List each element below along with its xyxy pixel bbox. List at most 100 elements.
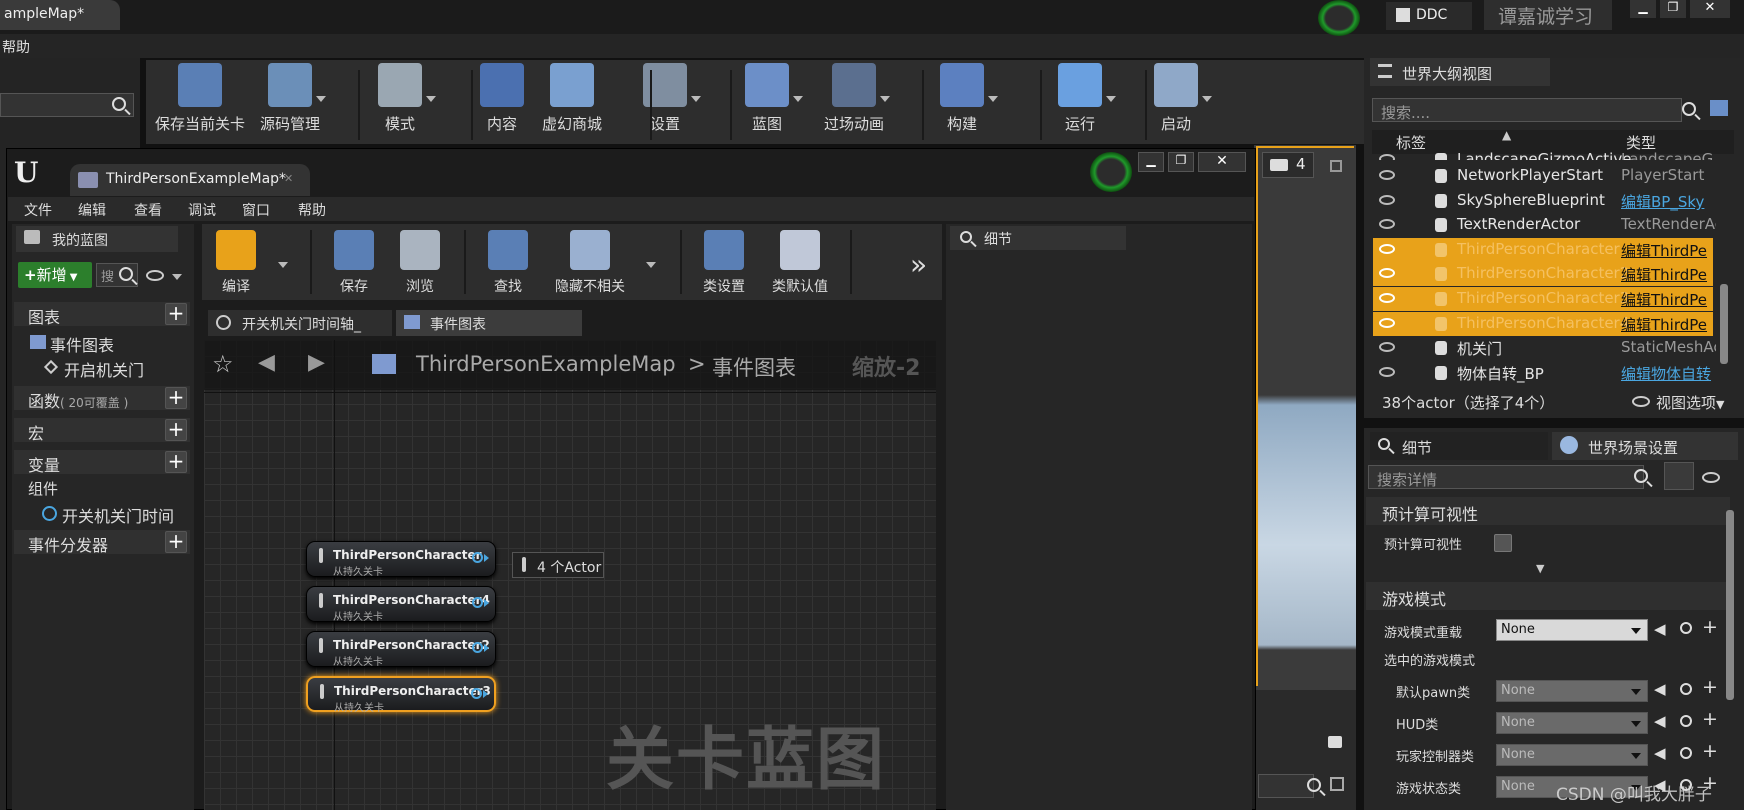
visibility-eye-icon[interactable] (1379, 244, 1395, 254)
functions-section-header[interactable]: 函数( 20可覆盖 ) (14, 386, 190, 411)
browse-icon[interactable] (1680, 747, 1692, 759)
use-selected-arrow-icon[interactable]: ◀ (1654, 680, 1666, 698)
bp-menu-item[interactable]: 编辑 (78, 200, 106, 220)
find-button[interactable]: 查找 (464, 226, 552, 296)
outliner-row[interactable]: ThirdPersonCharacter4 编辑ThirdPe (1373, 312, 1713, 336)
game-mode-prop-select[interactable]: None (1496, 680, 1648, 702)
more-toolbar-chevron-icon[interactable]: » (910, 248, 927, 281)
bp-menu-item[interactable]: 窗口 (242, 200, 270, 220)
add-folder-icon[interactable] (1710, 100, 1728, 116)
launch-button[interactable]: 启动 (1124, 62, 1228, 134)
world-settings-tab[interactable]: 世界场景设置 (1552, 432, 1738, 460)
bp-source-control-icon[interactable] (1090, 152, 1132, 192)
edit-blueprint-link[interactable]: 编辑物体自转 (1621, 363, 1716, 384)
outliner-row[interactable]: 机关门 StaticMeshAc (1373, 336, 1716, 360)
chevron-down-icon[interactable] (880, 96, 890, 102)
game-mode-header[interactable]: 游戏模式 (1366, 582, 1730, 610)
dispatchers-section-header[interactable]: 事件分发器 (14, 530, 190, 555)
actor-reference-node[interactable]: ThirdPersonCharacter3 从持久关卡 (306, 676, 496, 714)
cinematics-button[interactable]: 过场动画 (802, 62, 906, 134)
chevron-down-icon[interactable] (1202, 96, 1212, 102)
components-section-header[interactable]: 组件 (14, 478, 58, 499)
bp-minimize-button[interactable]: ▁ (1138, 152, 1164, 172)
edit-blueprint-link[interactable]: 编辑ThirdPe (1621, 240, 1716, 261)
macros-section-header[interactable]: 宏 (14, 418, 190, 443)
edit-blueprint-link[interactable]: 编辑ThirdPe (1621, 264, 1716, 285)
object-output-pin[interactable] (472, 552, 483, 563)
graphs-section-header[interactable]: 图表 (14, 302, 190, 327)
outliner-row[interactable]: ThirdPersonCharacter3 编辑ThirdPe (1373, 287, 1713, 311)
add-new-icon[interactable]: + (1702, 708, 1718, 730)
visibility-eye-icon[interactable] (1379, 318, 1395, 328)
object-output-pin[interactable] (471, 688, 482, 699)
main-close-button[interactable]: ✕ (1690, 0, 1730, 18)
use-selected-arrow-icon[interactable]: ◀ (1654, 620, 1666, 638)
source-control-status-icon[interactable] (1318, 0, 1360, 36)
browse-button[interactable]: 浏览 (376, 226, 464, 296)
modes-button[interactable]: 模式 (348, 62, 452, 134)
outliner-search-input[interactable]: 搜索.... (1372, 98, 1682, 122)
bp-menu-item[interactable]: 帮助 (298, 200, 326, 220)
class-settings-button[interactable]: 类设置 (680, 226, 768, 296)
new-button[interactable]: +新增 ▼ (18, 262, 92, 288)
visibility-eye-icon[interactable] (1379, 367, 1395, 377)
browse-icon[interactable] (1680, 715, 1692, 727)
save-icon[interactable] (1330, 777, 1344, 791)
actor-reference-node[interactable]: ThirdPersonCharacter2 从持久关卡 (306, 631, 496, 668)
edit-blueprint-link[interactable]: 编辑BP_Sky (1621, 191, 1716, 212)
outliner-row[interactable]: NetworkPlayerStart PlayerStart (1373, 164, 1713, 188)
outliner-row[interactable]: TextRenderActor TextRenderAc (1373, 213, 1716, 237)
settings-button[interactable]: 设置 (613, 62, 717, 134)
use-selected-arrow-icon[interactable]: ◀ (1654, 712, 1666, 730)
main-level-tab[interactable]: ampleMap* (0, 0, 120, 30)
open-door-event-item[interactable]: 开启机关门 (44, 357, 144, 381)
outliner-row[interactable]: LandscapeGizmoActive LandscapeGi (1373, 148, 1713, 160)
add-macro-button[interactable]: + (165, 419, 187, 441)
world-outliner-tab[interactable]: 世界大纲视图 (1370, 58, 1550, 86)
eye-icon[interactable] (1702, 472, 1720, 483)
game-mode-prop-select[interactable]: None (1496, 712, 1648, 734)
visibility-eye-icon[interactable] (1379, 342, 1395, 352)
visibility-eye-icon[interactable] (1379, 170, 1395, 180)
content-search-input[interactable] (1258, 774, 1314, 798)
hide-unrelated-button[interactable]: 隐藏不相关 (546, 226, 634, 296)
variables-section-header[interactable]: 变量 (14, 450, 190, 475)
actor-reference-node[interactable]: ThirdPersonCharacter4 从持久关卡 (306, 586, 496, 623)
details-search-input[interactable]: 搜索详情 (1368, 465, 1644, 489)
graph-tab-timeline[interactable]: 开关机关门时间轴_ (208, 310, 392, 336)
bp-menu-item[interactable]: 调试 (188, 200, 216, 220)
chevron-down-icon[interactable] (646, 262, 656, 268)
menu-help[interactable]: 帮助 (2, 37, 30, 57)
my-blueprint-tab[interactable]: 我的蓝图 (16, 226, 178, 252)
marketplace-button[interactable]: 虚幻商城 (520, 62, 624, 134)
breadcrumb-graph[interactable]: 事件图表 (712, 352, 796, 382)
build-button[interactable]: 构建 (910, 62, 1014, 134)
chevron-down-icon[interactable] (691, 96, 701, 102)
back-arrow-icon[interactable]: ◀ (258, 350, 275, 375)
bp-details-tab[interactable]: 细节 (950, 226, 1126, 250)
chevron-down-icon[interactable] (278, 262, 288, 268)
outliner-row[interactable]: ThirdPersonCharacter 编辑ThirdPe (1373, 238, 1713, 262)
object-output-pin[interactable] (472, 642, 483, 653)
add-graph-button[interactable]: + (165, 303, 187, 325)
chevron-down-icon[interactable] (1106, 96, 1116, 102)
object-output-pin[interactable] (472, 597, 483, 608)
game-mode-override-select[interactable]: None (1496, 619, 1648, 641)
outliner-row[interactable]: ThirdPersonCharacter2 编辑ThirdPe (1373, 262, 1713, 286)
details-scrollbar[interactable] (1726, 510, 1734, 700)
game-mode-prop-select[interactable]: None (1496, 744, 1648, 766)
breadcrumb-map[interactable]: ThirdPersonExampleMap (416, 352, 676, 376)
graph-tab-event-graph[interactable]: 事件图表 (396, 310, 582, 336)
chevron-down-icon[interactable] (172, 274, 182, 280)
add-new-icon[interactable]: + (1702, 676, 1718, 698)
compile-button[interactable]: 编译 (192, 226, 280, 296)
class-defaults-button[interactable]: 类默认值 (756, 226, 844, 296)
expand-advanced-icon[interactable]: ▼ (1536, 562, 1544, 575)
details-tab[interactable]: 细节 (1370, 432, 1548, 460)
edit-blueprint-link[interactable]: 编辑ThirdPe (1621, 314, 1716, 335)
viewport-maximize-icon[interactable] (1330, 160, 1342, 172)
property-matrix-icon[interactable] (1664, 462, 1694, 490)
visibility-eye-icon[interactable] (1379, 293, 1395, 303)
forward-arrow-icon[interactable]: ▶ (308, 350, 325, 375)
add-function-button[interactable]: + (165, 387, 187, 409)
